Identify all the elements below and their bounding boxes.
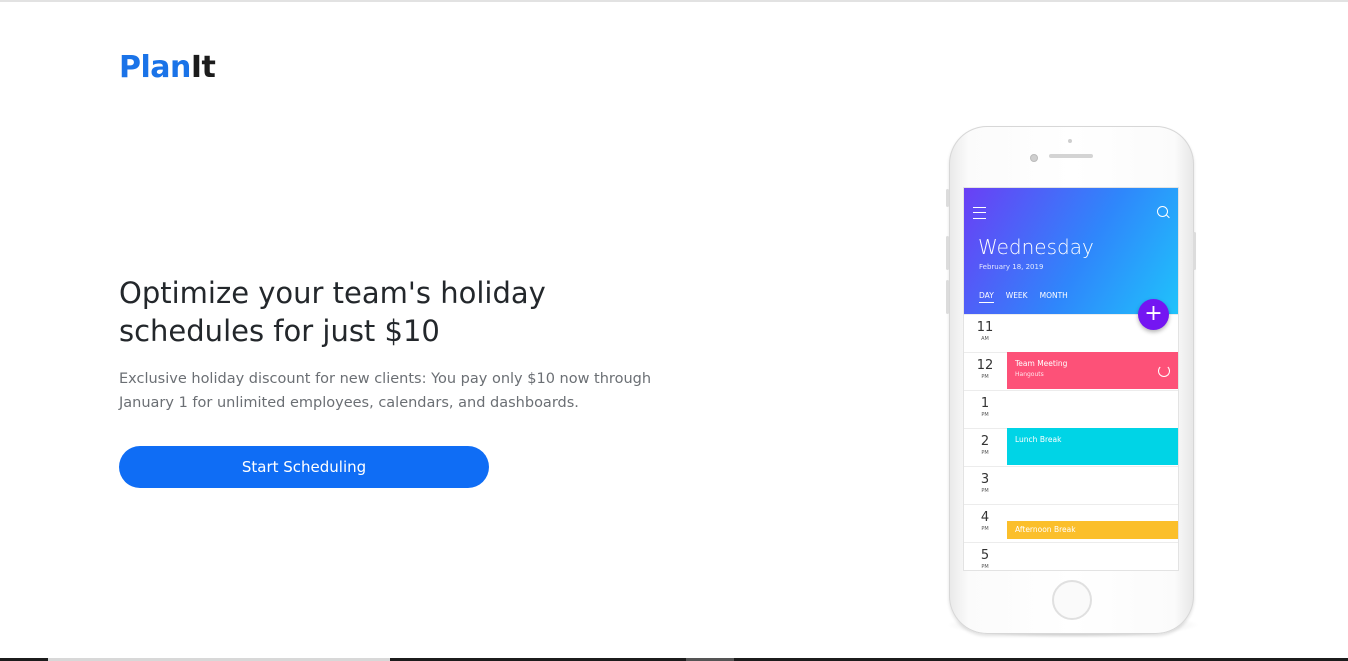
hour-label: 5	[980, 548, 990, 563]
event-lunch-break[interactable]: Lunch Break	[1007, 428, 1178, 465]
view-tabs: DAY WEEK MONTH	[979, 291, 1080, 303]
ampm-label: PM	[981, 450, 989, 456]
tab-week[interactable]: WEEK	[1006, 291, 1028, 302]
phone-volume-down	[946, 280, 949, 314]
hero-subtext: Exclusive holiday discount for new clien…	[119, 371, 652, 411]
menu-icon[interactable]	[973, 207, 986, 219]
ampm-label: PM	[981, 488, 989, 494]
hour-label: 1	[980, 396, 990, 411]
event-title: Afternoon Break	[1015, 525, 1076, 534]
hour-label: 4	[980, 510, 990, 525]
start-scheduling-button[interactable]: Start Scheduling	[119, 446, 489, 488]
tab-day[interactable]: DAY	[979, 291, 994, 303]
day-title: Wednesday	[978, 235, 1094, 259]
hour-label: 12	[976, 358, 994, 373]
phone-camera	[1068, 139, 1072, 143]
logo-part-it: It	[190, 50, 216, 85]
top-border	[0, 0, 1348, 2]
hero-headline: Optimize your team's holiday schedules f…	[119, 276, 546, 348]
hour-row: 3 PM	[964, 466, 1178, 504]
event-subtitle: Hangouts	[1015, 371, 1044, 378]
hour-row: 5 PM	[964, 542, 1178, 570]
calendar-header: Wednesday February 18, 2019 DAY WEEK MONTH	[964, 188, 1178, 314]
ampm-label: PM	[981, 564, 989, 570]
date-label: February 18, 2019	[979, 263, 1044, 271]
plus-icon: +	[1144, 301, 1163, 326]
ampm-label: AM	[981, 336, 989, 342]
ampm-label: PM	[981, 412, 989, 418]
phone-mute-switch	[946, 189, 949, 207]
phone-speaker	[1049, 154, 1093, 158]
phone-power-button	[1193, 232, 1196, 270]
phone-volume-up	[946, 236, 949, 270]
hour-label: 3	[980, 472, 990, 487]
event-team-meeting[interactable]: Team Meeting Hangouts	[1007, 352, 1178, 389]
logo-part-plan: Plan	[119, 50, 191, 85]
event-title: Team Meeting	[1015, 359, 1068, 368]
hour-label: 2	[980, 434, 990, 449]
search-icon[interactable]	[1157, 206, 1168, 217]
hour-row: 1 PM	[964, 390, 1178, 428]
phone-screen: Wednesday February 18, 2019 DAY WEEK MONTH…	[963, 187, 1179, 571]
phone-home-button	[1052, 580, 1092, 620]
repeat-icon	[1158, 365, 1170, 377]
add-event-button[interactable]: +	[1138, 299, 1169, 330]
phone-sensor	[1030, 154, 1038, 162]
hour-label: 11	[976, 320, 994, 335]
ampm-label: PM	[981, 374, 989, 380]
logo[interactable]: PlanIt	[119, 50, 216, 85]
tab-month[interactable]: MONTH	[1040, 291, 1068, 302]
event-title: Lunch Break	[1015, 435, 1062, 444]
event-afternoon-break[interactable]: Afternoon Break	[1007, 521, 1178, 539]
ampm-label: PM	[981, 526, 989, 532]
